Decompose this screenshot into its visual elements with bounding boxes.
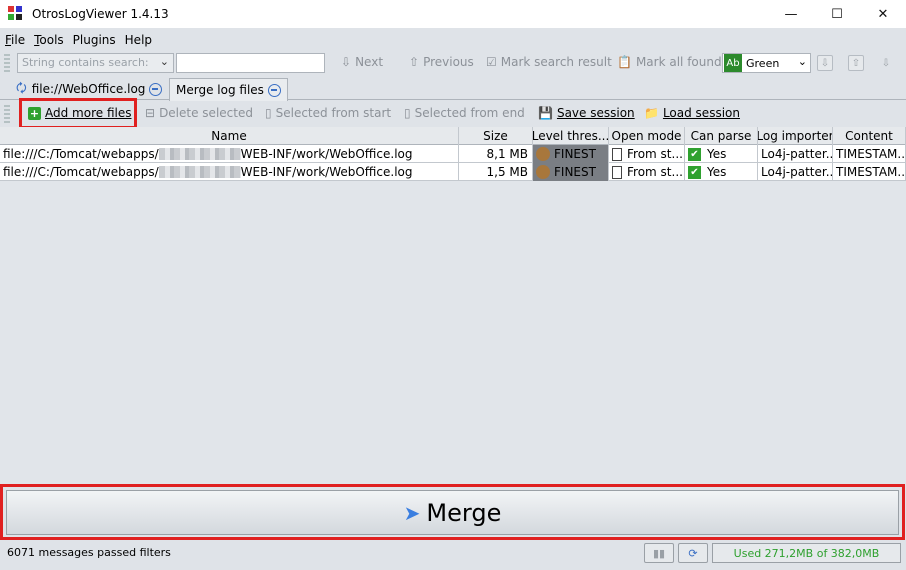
menu-plugins[interactable]: Plugins <box>73 33 116 47</box>
cell-name: file:///C:/Tomcat/webapps/WEB-INF/work/W… <box>0 145 459 163</box>
coffee-beans-icon <box>536 165 550 179</box>
files-table-header: Name Size Level thres... Open mode Can p… <box>0 127 906 145</box>
search-toolbar: String contains search: ⌄ ⇩ Next ⇧ Previou… <box>0 51 906 75</box>
column-name[interactable]: Name <box>0 127 459 145</box>
table-row[interactable]: file:///C:/Tomcat/webapps/WEB-INF/work/W… <box>0 145 906 163</box>
column-level-threshold[interactable]: Level thres... <box>533 127 609 145</box>
tab-merge-log-files[interactable]: Merge log files <box>169 78 288 101</box>
check-icon: ✔ <box>688 147 701 161</box>
cell-content: TIMESTAM... <box>833 145 906 163</box>
maximize-button[interactable]: ☐ <box>814 0 860 28</box>
memory-usage[interactable]: Used 271,2MB of 382,0MB <box>712 543 901 563</box>
next-button[interactable]: ⇩ Next <box>341 55 383 69</box>
arrow-down-icon: ⇩ <box>341 55 352 69</box>
download-icon[interactable]: ⇩ <box>817 55 833 71</box>
close-tab-icon[interactable] <box>149 82 163 96</box>
redacted-path <box>158 166 241 178</box>
pause-icon[interactable]: ▮▮ <box>644 543 674 563</box>
delete-selected-button[interactable]: ⊟ Delete selected <box>145 106 253 120</box>
arrow-up-icon: ⇧ <box>409 55 420 69</box>
chevron-down-icon: ⌄ <box>159 55 169 68</box>
menu-tools[interactable]: Tools <box>34 33 64 47</box>
document-icon: ▯ <box>404 106 411 120</box>
mark-all-found-button[interactable]: 📋 Mark all found <box>617 55 722 69</box>
selected-from-start-button[interactable]: ▯ Selected from start <box>265 106 391 120</box>
cell-name: file:///C:/Tomcat/webapps/WEB-INF/work/W… <box>0 163 459 181</box>
column-open-mode[interactable]: Open mode <box>609 127 685 145</box>
redacted-path <box>158 148 241 160</box>
toolbar-grip[interactable] <box>4 54 10 72</box>
document-icon: ▯ <box>265 106 272 120</box>
status-bar: 6071 messages passed filters ▮▮ ⟳ Used 2… <box>0 542 906 566</box>
close-tab-icon[interactable] <box>267 83 281 97</box>
save-icon: 💾 <box>538 106 553 120</box>
cell-open-mode[interactable]: From st... <box>609 163 685 181</box>
binary-download-icon[interactable]: ⇩ <box>878 55 894 71</box>
search-mode-select[interactable]: String contains search: ⌄ <box>17 53 174 73</box>
column-can-parse[interactable]: Can parse <box>685 127 758 145</box>
menu-bar: File Tools Plugins Help <box>0 30 906 50</box>
refresh-icon[interactable]: ⟳ <box>678 543 708 563</box>
title-bar: OtrosLogViewer 1.4.13 — ☐ ✕ <box>0 0 906 28</box>
clipboard-icon: 📋 <box>617 55 632 69</box>
cell-size: 1,5 MB <box>459 163 533 181</box>
cell-size: 8,1 MB <box>459 145 533 163</box>
previous-button[interactable]: ⇧ Previous <box>409 55 474 69</box>
log-file-icon: 🗘 <box>16 80 27 95</box>
checkbox-icon: ☑ <box>486 55 497 69</box>
tab-bar: 🗘 file://WebOffice.log Merge log files <box>0 78 906 101</box>
search-input[interactable] <box>176 53 325 73</box>
check-icon: ✔ <box>688 165 701 179</box>
document-icon <box>612 165 622 179</box>
table-row[interactable]: file:///C:/Tomcat/webapps/WEB-INF/work/W… <box>0 163 906 181</box>
column-size[interactable]: Size <box>459 127 533 145</box>
column-content[interactable]: Content <box>833 127 906 145</box>
upload-icon[interactable]: ⇧ <box>848 55 864 71</box>
column-log-importer[interactable]: Log importer <box>758 127 833 145</box>
app-logo-icon <box>8 6 24 22</box>
menu-file[interactable]: File <box>5 33 25 47</box>
load-session-button[interactable]: 📁 Load session <box>644 106 740 120</box>
cell-log-importer[interactable]: Lo4j-patter... <box>758 163 833 181</box>
coffee-beans-icon <box>536 147 550 161</box>
cell-open-mode[interactable]: From st... <box>609 145 685 163</box>
tab-weboffice-log[interactable]: 🗘 file://WebOffice.log <box>10 78 168 100</box>
mark-color-select[interactable]: Ab Green ⌄ <box>722 53 811 73</box>
status-message: 6071 messages passed filters <box>7 546 171 559</box>
toolbar-grip[interactable] <box>4 105 10 123</box>
highlight-merge <box>0 484 905 540</box>
highlight-add-more-files <box>19 98 137 129</box>
files-table: file:///C:/Tomcat/webapps/WEB-INF/work/W… <box>0 145 906 485</box>
color-swatch: Ab <box>724 54 742 72</box>
minimize-button[interactable]: — <box>768 0 814 28</box>
folder-icon: 📁 <box>644 106 659 120</box>
mark-search-result-checkbox[interactable]: ☑ Mark search result <box>486 55 612 69</box>
delete-icon: ⊟ <box>145 106 156 120</box>
cell-can-parse: ✔ Yes <box>685 145 758 163</box>
save-session-button[interactable]: 💾 Save session <box>538 106 635 120</box>
document-icon <box>612 147 622 161</box>
cell-content: TIMESTAM... <box>833 163 906 181</box>
selected-from-end-button[interactable]: ▯ Selected from end <box>404 106 525 120</box>
cell-level-threshold[interactable]: FINEST <box>533 145 609 163</box>
chevron-down-icon: ⌄ <box>797 55 807 68</box>
window-title: OtrosLogViewer 1.4.13 <box>32 7 169 21</box>
cell-level-threshold[interactable]: FINEST <box>533 163 609 181</box>
menu-help[interactable]: Help <box>125 33 152 47</box>
close-button[interactable]: ✕ <box>860 0 906 28</box>
cell-log-importer[interactable]: Lo4j-patter... <box>758 145 833 163</box>
cell-can-parse: ✔ Yes <box>685 163 758 181</box>
